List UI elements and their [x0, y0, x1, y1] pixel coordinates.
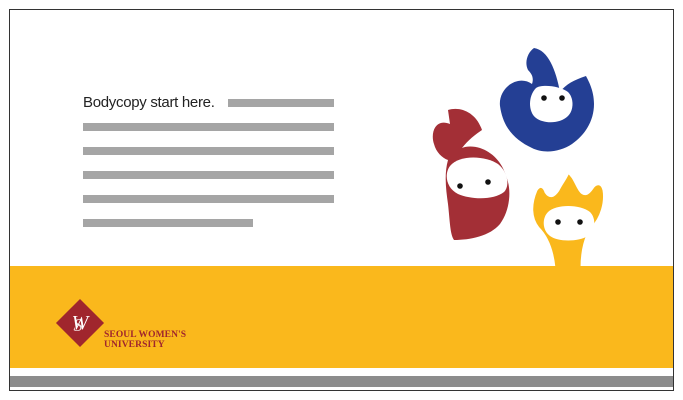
placeholder-line: [83, 195, 334, 203]
svg-text:S: S: [74, 315, 83, 335]
placeholder-line: [83, 147, 334, 155]
yellow-band: [10, 266, 673, 368]
placeholder-line: [228, 99, 334, 107]
slide-frame: Bodycopy start here. W S SEOUL WOMEN'S U…: [9, 9, 674, 391]
university-name: SEOUL WOMEN'S UNIVERSITY: [104, 330, 186, 350]
mascot-characters: [432, 48, 606, 270]
university-name-line2: UNIVERSITY: [104, 340, 165, 350]
placeholder-line: [83, 219, 253, 227]
placeholder-line: [83, 171, 334, 179]
university-name-line1: SEOUL WOMEN'S: [104, 330, 187, 340]
yellow-mascot: [530, 169, 606, 270]
blue-mascot: [499, 48, 594, 152]
gray-band: [10, 376, 673, 387]
red-mascot: [432, 108, 510, 240]
bodycopy-text: Bodycopy start here.: [83, 94, 215, 111]
placeholder-line: [83, 123, 334, 131]
university-logo: W S: [55, 298, 105, 348]
